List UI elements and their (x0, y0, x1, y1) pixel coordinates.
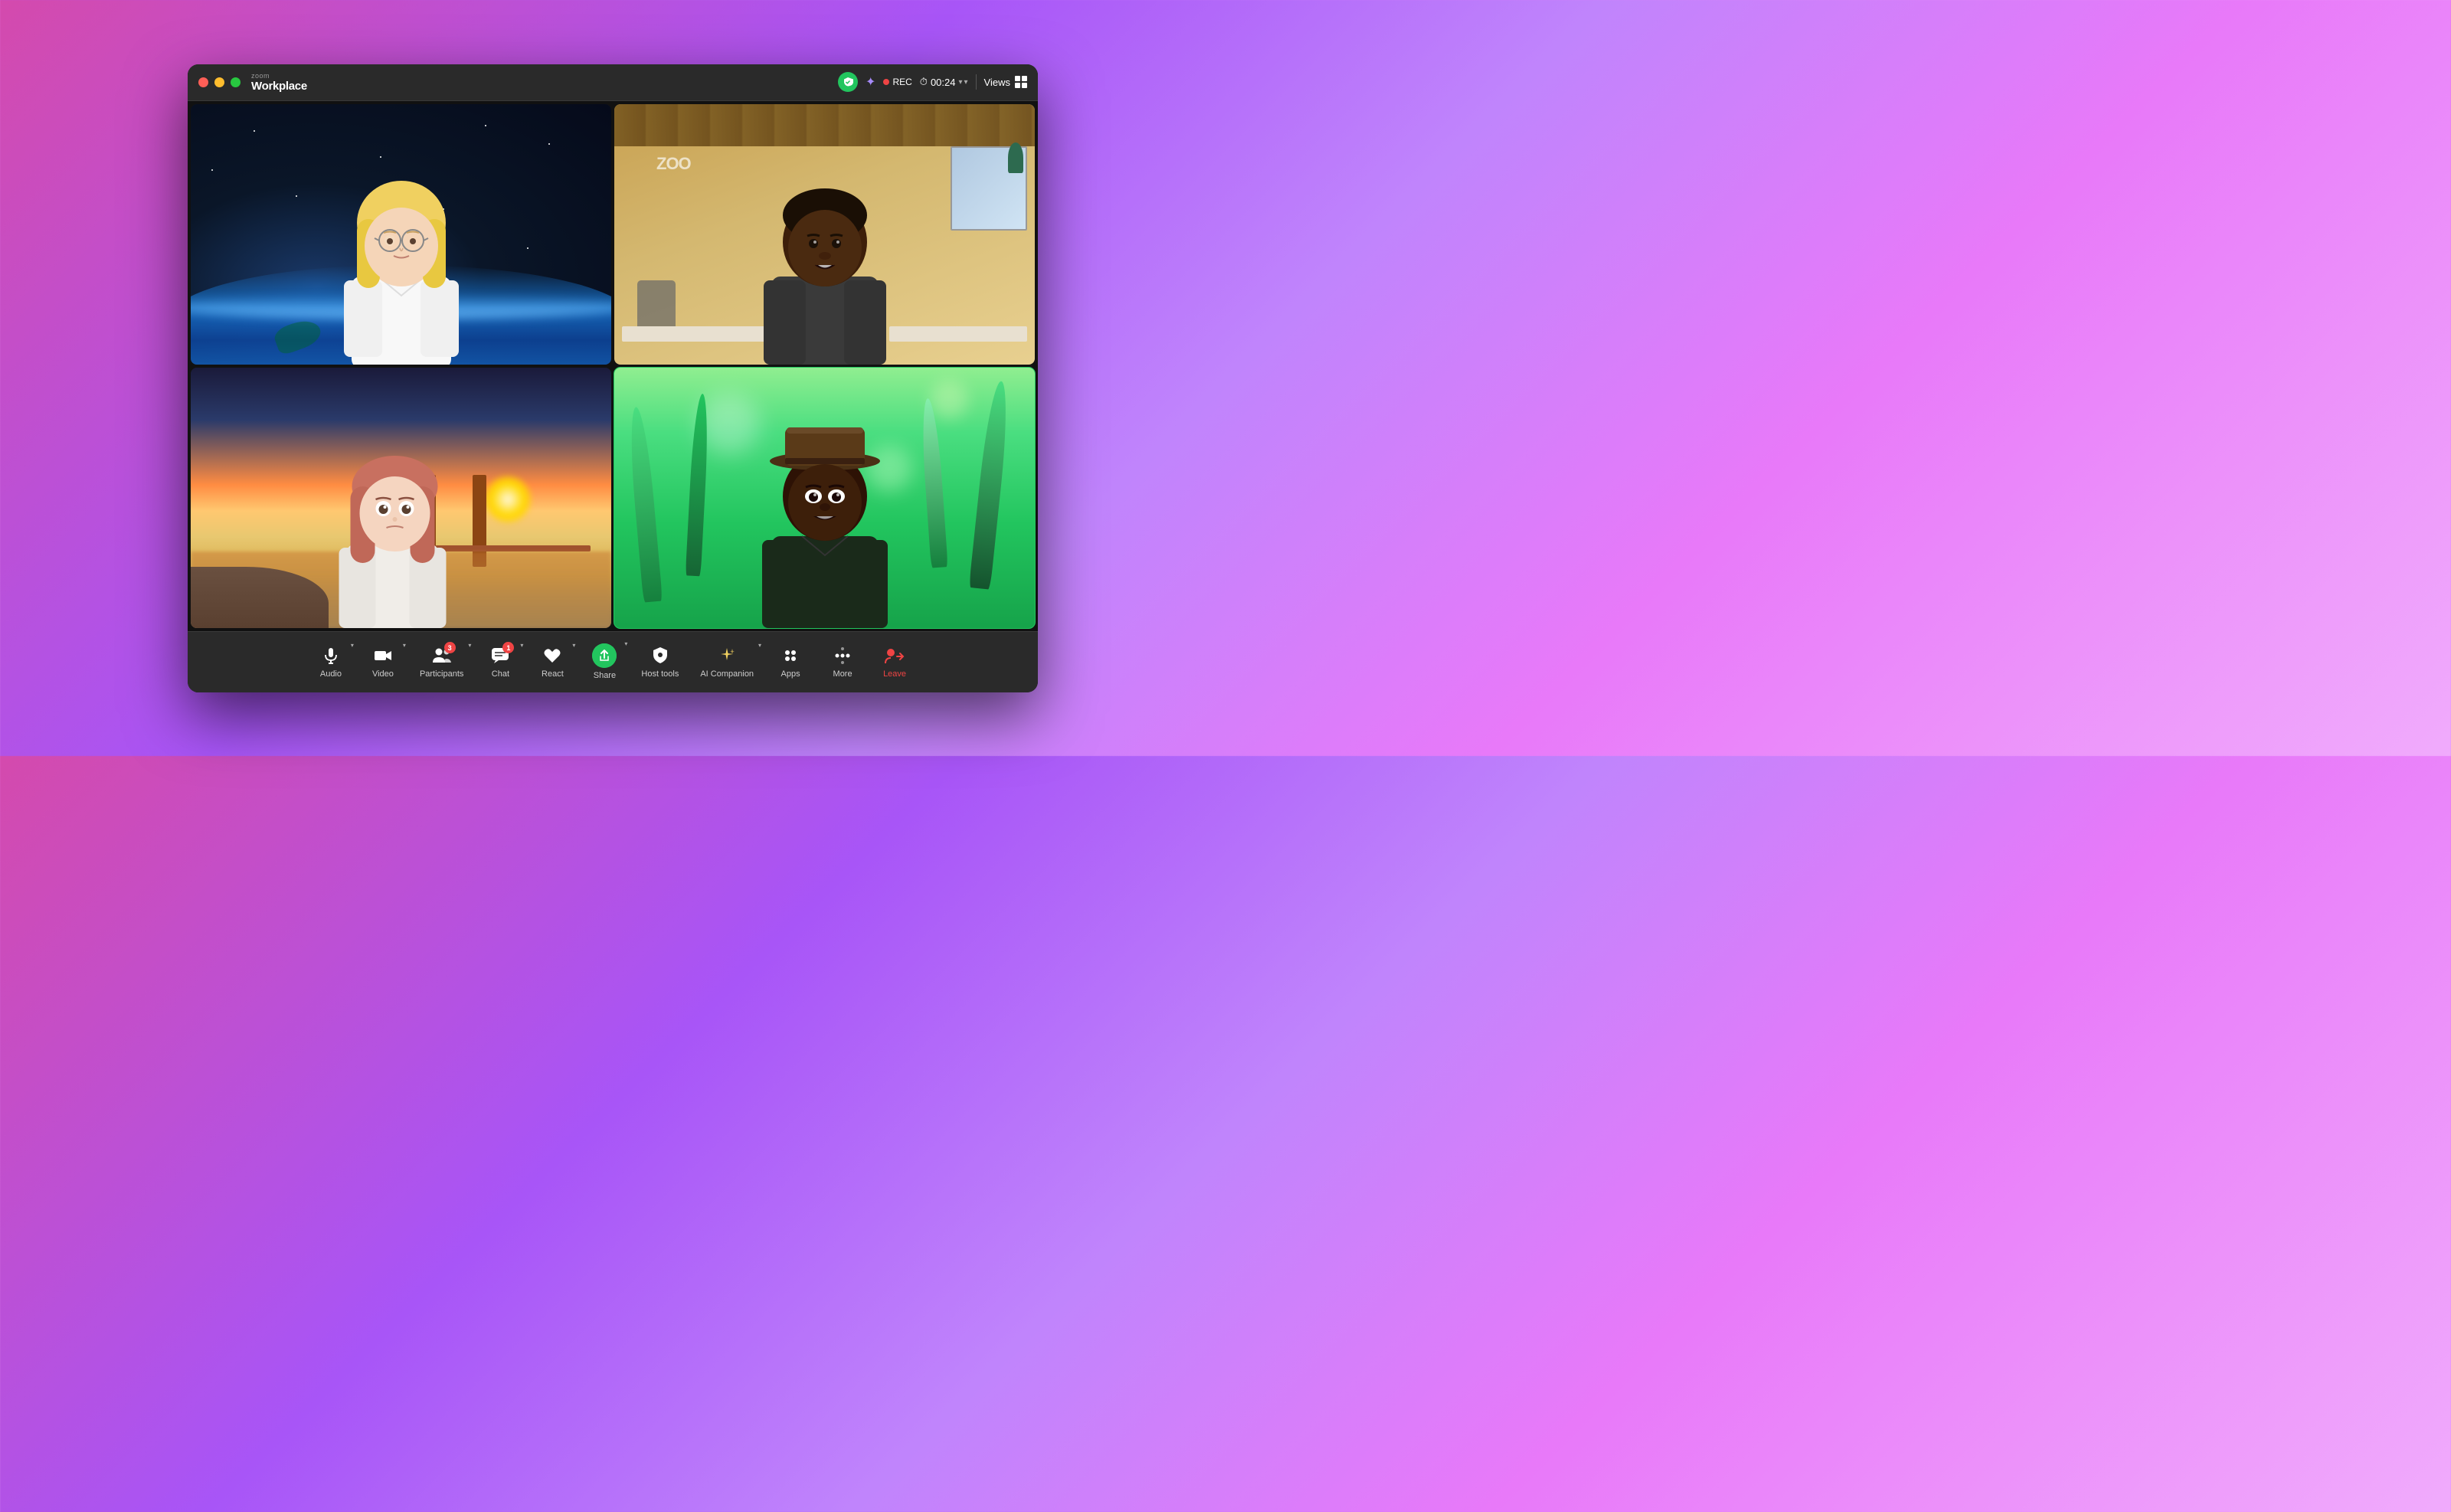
titlebar: zoom Workplace ✦ REC ⏱ 00:24 ▾ Views (188, 64, 1038, 101)
ai-companion-label: AI Companion (700, 669, 754, 679)
audio-button[interactable]: Audio ▾ (306, 640, 355, 683)
toolbar: Audio ▾ Video ▾ 3 (188, 631, 1038, 692)
recording-badge: REC (883, 77, 911, 87)
apps-button[interactable]: Apps (766, 640, 815, 683)
views-grid-icon (1015, 76, 1027, 88)
views-label: Views (984, 77, 1010, 88)
zoom-window: zoom Workplace ✦ REC ⏱ 00:24 ▾ Views (188, 64, 1038, 692)
apps-label: Apps (781, 669, 800, 679)
participants-button[interactable]: 3 Participants ▾ (411, 640, 473, 683)
ai-companion-button[interactable]: AI Companion ▾ (691, 640, 763, 683)
video-label: Video (372, 669, 394, 679)
views-button[interactable]: Views (984, 76, 1027, 88)
share-button[interactable]: Share ▾ (580, 639, 629, 685)
video-grid: ZOO (188, 101, 1038, 631)
share-chevron-icon: ▾ (624, 640, 627, 647)
react-chevron-icon: ▾ (572, 642, 575, 649)
share-icon (592, 643, 617, 668)
divider (976, 74, 977, 90)
mic-icon (320, 645, 342, 666)
video-button[interactable]: Video ▾ (358, 640, 407, 683)
more-dots-icon (832, 645, 853, 666)
minimize-button[interactable] (214, 77, 224, 87)
audio-label: Audio (320, 669, 342, 679)
host-shield-icon (650, 645, 671, 666)
security-shield-icon[interactable] (838, 72, 858, 92)
chat-badge: 1 (502, 642, 514, 653)
participants-chevron-icon: ▾ (468, 642, 471, 649)
avatar-pink-hair (304, 398, 480, 628)
chat-button[interactable]: 1 Chat ▾ (476, 640, 525, 683)
camera-icon (372, 645, 394, 666)
avatar-dark (729, 135, 921, 365)
leave-icon (884, 645, 905, 666)
rec-label: REC (892, 77, 911, 87)
meeting-timer: ⏱ 00:24 ▾ (920, 76, 968, 88)
host-tools-label: Host tools (641, 669, 679, 679)
more-button[interactable]: More (818, 640, 867, 683)
people-icon: 3 (431, 645, 453, 666)
audio-chevron-icon: ▾ (351, 642, 354, 649)
more-label: More (833, 669, 852, 679)
ai-companion-chevron-icon: ▾ (758, 642, 761, 649)
participants-badge: 3 (444, 642, 456, 653)
host-tools-button[interactable]: Host tools (632, 640, 688, 683)
apps-grid-icon (780, 645, 801, 666)
react-button[interactable]: React ▾ (528, 640, 577, 683)
chat-icon: 1 (489, 645, 511, 666)
video-cell-1[interactable] (191, 104, 611, 365)
video-cell-3[interactable] (191, 368, 611, 628)
chat-label: Chat (492, 669, 509, 679)
leave-button[interactable]: Leave (870, 640, 919, 683)
heart-icon (542, 645, 563, 666)
avatar-blonde (302, 127, 501, 365)
zoom-sign-decoration: ZOO (656, 154, 691, 174)
share-label: Share (594, 671, 616, 680)
close-button[interactable] (198, 77, 208, 87)
sparkle-icon (716, 645, 738, 666)
leave-label: Leave (883, 669, 906, 679)
plant (1008, 142, 1023, 173)
rec-dot-icon (883, 79, 889, 85)
brand-workplace-label: Workplace (251, 80, 307, 93)
video-cell-4[interactable] (614, 368, 1035, 628)
avatar-hat-kid (725, 383, 924, 628)
timer-value: 00:24 (931, 77, 956, 88)
participants-label: Participants (420, 669, 463, 679)
chair (637, 280, 676, 326)
titlebar-right-controls: ✦ REC ⏱ 00:24 ▾ Views (838, 72, 1027, 92)
app-brand: zoom Workplace (251, 72, 307, 93)
bokeh3 (930, 381, 968, 419)
video-cell-2[interactable]: ZOO (614, 104, 1035, 365)
react-label: React (542, 669, 564, 679)
timer-chevron-icon[interactable]: ▾ (958, 78, 967, 87)
window-controls (198, 77, 241, 87)
ai-sparkle-icon[interactable]: ✦ (866, 74, 875, 90)
video-chevron-icon: ▾ (403, 642, 406, 649)
brand-zoom-label: zoom (251, 72, 307, 80)
chat-chevron-icon: ▾ (520, 642, 523, 649)
maximize-button[interactable] (231, 77, 241, 87)
